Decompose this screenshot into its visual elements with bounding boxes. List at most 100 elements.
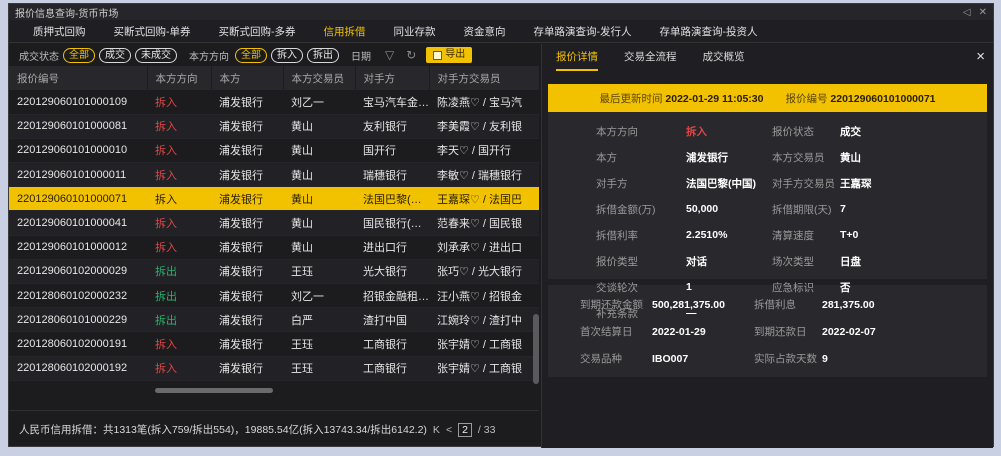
- table-cell: 拆入: [147, 114, 211, 139]
- field-label: 拆借利息: [754, 299, 796, 311]
- table-cell: 220129060101000109: [9, 90, 147, 115]
- field-label: 实际占款天数: [754, 353, 817, 365]
- table-cell: 李天♡ / 国开行: [429, 138, 539, 164]
- table-cell: 张宇婧♡ / 工商银: [429, 356, 539, 381]
- table-cell: 江婉玲♡ / 渣打中: [429, 307, 539, 333]
- table-cell: 拆入: [147, 331, 211, 357]
- table-cell: 渣打中国: [355, 307, 429, 333]
- field-label: 本方: [596, 151, 617, 164]
- table-row[interactable]: 220128060102000192 拆入 浦发银行 王珏 工商银行 张宇婧♡ / 工商银: [9, 356, 539, 381]
- export-button[interactable]: 导出: [426, 47, 473, 63]
- table-cell: 220129060101000041: [9, 210, 147, 236]
- field-value: 成交: [840, 125, 861, 138]
- table-cell: 黄山: [283, 186, 355, 212]
- status-filter-pending[interactable]: 未成交: [135, 47, 177, 63]
- table-cell: 拆入: [147, 138, 211, 164]
- table-row[interactable]: 220128060102000232 拆出 浦发银行 刘乙一 招银金融租… 汪小燕♡ / …: [9, 283, 539, 309]
- field-value: IBO007: [652, 352, 689, 365]
- summary-footer: 人民币信用拆借：共1313笔(拆入759/拆出554)，19885.54亿(拆入…: [9, 410, 539, 448]
- field-value: 拆入: [686, 125, 707, 138]
- column-header[interactable]: 本方方向: [147, 66, 212, 90]
- refresh-icon[interactable]: ↻: [406, 48, 416, 62]
- direction-filter-out[interactable]: 拆出: [307, 47, 339, 63]
- table-cell: 浦发银行: [211, 162, 283, 188]
- column-header[interactable]: 对手方: [355, 66, 430, 90]
- field-label: 本方交易员: [772, 151, 825, 164]
- table-row[interactable]: 220129060101000011 拆入 浦发银行 黄山 瑞穗银行 李敏♡ / 瑞穗银行: [9, 162, 539, 188]
- status-filter-all[interactable]: 全部: [63, 47, 95, 63]
- table-row[interactable]: 220129060102000029 拆出 浦发银行 王珏 光大银行 张巧♡ / 光大银行: [9, 259, 539, 285]
- nav-tab[interactable]: 同业存款: [380, 24, 450, 39]
- table-row[interactable]: 220129060101000071 拆入 浦发银行 黄山 法国巴黎(… 王嘉琛♡ / 法…: [9, 186, 539, 212]
- detail-field-row: 本方 浦发银行 本方交易员 黄山: [548, 144, 987, 170]
- page-number-input[interactable]: 2: [458, 422, 472, 437]
- table-cell: 拆入: [147, 210, 211, 236]
- field-value: 9: [822, 352, 828, 365]
- field-value: 日盘: [840, 255, 861, 268]
- table-cell: 浦发银行: [211, 235, 283, 260]
- table-row[interactable]: 220129060101000041 拆入 浦发银行 黄山 国民银行(… 范春来♡ / 国…: [9, 210, 539, 236]
- detail-tab[interactable]: 成交概览: [703, 44, 745, 71]
- status-filter-label: 成交状态: [19, 51, 59, 63]
- field-label: 首次结算日: [580, 326, 633, 338]
- field-value: 281,375.00: [822, 298, 875, 311]
- table-cell: 220129060101000071: [9, 186, 147, 212]
- first-page-button[interactable]: K: [433, 424, 440, 436]
- field-value: 对话: [686, 255, 707, 268]
- pager: K < 2 / 33: [433, 422, 495, 437]
- date-filter-label[interactable]: 日期: [351, 48, 371, 63]
- table-row[interactable]: 220128060102000191 拆入 浦发银行 王珏 工商银行 张宇婧♡ / 工商银: [9, 331, 539, 357]
- table-cell: 拆入: [147, 235, 211, 260]
- table-cell: 国民银行(…: [355, 210, 429, 236]
- table-cell: 瑞穗银行: [355, 162, 429, 188]
- nav-tab[interactable]: 资金意向: [450, 24, 520, 39]
- table-cell: 工商银行: [355, 331, 429, 357]
- column-header[interactable]: 报价编号: [9, 66, 148, 90]
- field-label: 对手方交易员: [772, 177, 835, 190]
- table-cell: 220128060102000192: [9, 356, 147, 381]
- table-row[interactable]: 220129060101000010 拆入 浦发银行 黄山 国开行 李天♡ / 国开行: [9, 138, 539, 164]
- nav-tab[interactable]: 信用拆借: [310, 24, 380, 39]
- table-row[interactable]: 220129060101000012 拆入 浦发银行 黄山 进出口行 刘承承♡ / 进出口: [9, 235, 539, 260]
- horizontal-scroll-thumb[interactable]: [155, 388, 273, 393]
- table-row[interactable]: 220129060101000109 拆入 浦发银行 刘乙一 宝马汽车金… 陈凌燕♡ / …: [9, 90, 539, 115]
- column-header[interactable]: 本方: [211, 66, 284, 90]
- detail-tab[interactable]: 报价详情: [556, 44, 598, 71]
- nav-tab[interactable]: 质押式回购: [19, 24, 100, 39]
- close-window-icon[interactable]: ✕: [979, 7, 987, 18]
- nav-tab[interactable]: 存单路演查询-发行人: [520, 24, 646, 39]
- summary-text: 人民币信用拆借：共1313笔(拆入759/拆出554)，19885.54亿(拆入…: [19, 424, 427, 436]
- quote-query-window: 报价信息查询-货币市场 ◁ ✕ 质押式回购 买断式回购-单券 买断式回购-多券 信用拆…: [8, 3, 994, 448]
- nav-tab[interactable]: 存单路演查询-投资人: [646, 24, 772, 39]
- prev-page-button[interactable]: <: [446, 424, 452, 436]
- detail-banner: 最后更新时间 2022-01-29 11:05:30 报价编号 22012906…: [548, 84, 987, 112]
- restore-icon[interactable]: ◁: [963, 7, 971, 18]
- field-label: 拆借期限(天): [772, 203, 832, 216]
- vertical-scrollbar[interactable]: [533, 91, 539, 391]
- table-cell: 李敏♡ / 瑞穗银行: [429, 162, 539, 188]
- column-header[interactable]: 对手方交易员: [429, 66, 539, 90]
- table-cell: 王珏: [283, 356, 355, 381]
- table-cell: 拆出: [147, 307, 211, 333]
- direction-filter-in[interactable]: 拆入: [271, 47, 303, 63]
- table-cell: 浦发银行: [211, 114, 283, 139]
- status-filter-done[interactable]: 成交: [99, 47, 131, 63]
- table-cell: 工商银行: [355, 356, 429, 381]
- detail-field-row: 对手方 法国巴黎(中国) 对手方交易员 王嘉琛: [548, 170, 987, 196]
- table-row[interactable]: 220128060101000229 拆出 浦发银行 白严 渣打中国 江婉玲♡ / 渣打中: [9, 307, 539, 333]
- direction-filter-all[interactable]: 全部: [235, 47, 267, 63]
- nav-tab[interactable]: 买断式回购-单券: [100, 24, 205, 39]
- quote-list-pane: 成交状态 全部 成交 未成交 本方方向 全部 拆入 拆出 日期 ▽ ↻ 导出 报…: [9, 44, 539, 448]
- table-cell: 张宇婧♡ / 工商银: [429, 331, 539, 357]
- nav-tab[interactable]: 买断式回购-多券: [205, 24, 310, 39]
- detail-fields-card: 本方方向 拆入 报价状态 成交 本方 浦发银行 本方交易员 黄山 对手方 法国巴黎(中国) 对手方交…: [548, 112, 987, 320]
- table-row[interactable]: 220129060101000081 拆入 浦发银行 黄山 友利银行 李美霞♡ / 友利银: [9, 114, 539, 139]
- vertical-scroll-thumb[interactable]: [533, 314, 539, 384]
- close-detail-icon[interactable]: ×: [976, 48, 985, 65]
- filter-icon[interactable]: ▽: [385, 48, 394, 62]
- column-header[interactable]: 本方交易员: [283, 66, 356, 90]
- table-cell: 220129060101000081: [9, 114, 147, 139]
- detail-tabs: 报价详情 交易全流程 成交概览: [542, 44, 993, 71]
- table-cell: 友利银行: [355, 114, 429, 139]
- detail-tab[interactable]: 交易全流程: [624, 44, 677, 71]
